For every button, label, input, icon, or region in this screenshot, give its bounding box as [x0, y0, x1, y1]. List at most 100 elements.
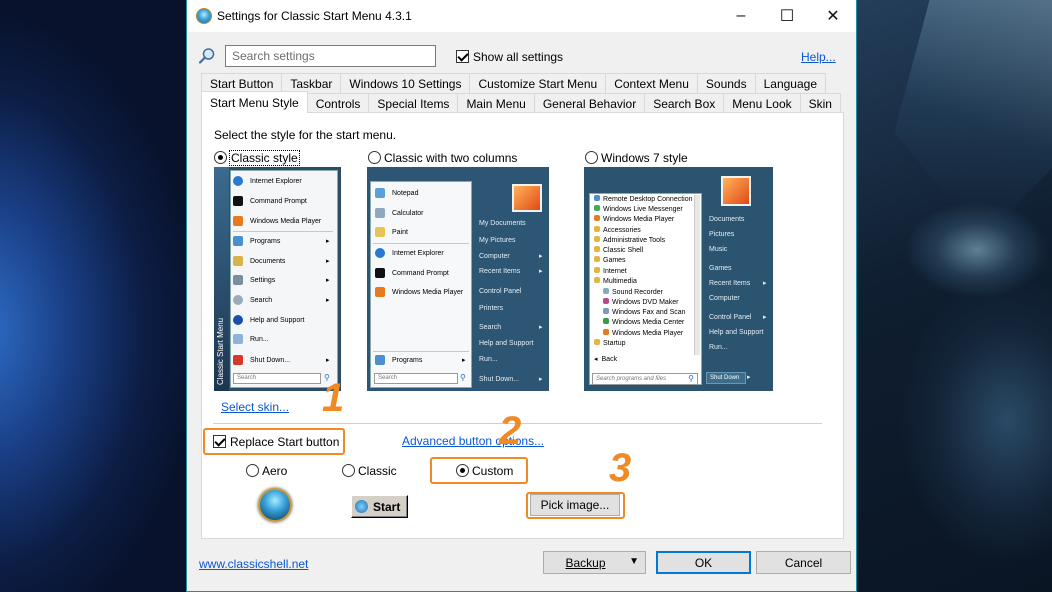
two-columns-style-preview[interactable]: Notepad Calculator Paint Internet Explor…: [367, 167, 549, 391]
advanced-button-options-link[interactable]: Advanced button options...: [402, 434, 544, 448]
replace-start-label[interactable]: Replace Start button: [230, 435, 339, 449]
win7-left-item: Games: [603, 257, 626, 264]
two-columns-style-label[interactable]: Classic with two columns: [384, 151, 517, 165]
close-button[interactable]: ✕: [810, 0, 856, 32]
classic-style-preview[interactable]: Classic Start Menu Internet Explorer Com…: [214, 167, 341, 391]
two-col-left-item: Paint: [392, 229, 408, 236]
classic-label[interactable]: Classic: [358, 464, 397, 478]
classic-search-text: Search: [237, 375, 257, 381]
app-icon: [603, 288, 609, 294]
win7-right-item: Help and Support: [709, 329, 764, 336]
annotation-number-2: 2: [499, 409, 522, 453]
classic-item: Run...: [250, 336, 269, 343]
tab-sounds[interactable]: Sounds: [696, 73, 756, 93]
classic-style-radio[interactable]: [214, 151, 227, 164]
tab-skin[interactable]: Skin: [799, 93, 841, 113]
classic-start-text: Start: [373, 500, 401, 514]
app-icon: [594, 205, 600, 211]
app-icon: [603, 308, 609, 314]
tab-taskbar[interactable]: Taskbar: [281, 73, 342, 93]
programs-icon: [375, 355, 385, 365]
tab-controls[interactable]: Controls: [306, 93, 370, 113]
chevron-right-icon: ▸: [539, 268, 543, 275]
ok-button[interactable]: OK: [656, 551, 751, 574]
win7-right-item: Control Panel: [709, 314, 752, 321]
tab-general-behavior[interactable]: General Behavior: [533, 93, 646, 113]
replace-start-checkbox[interactable]: [213, 435, 226, 448]
two-columns-style-radio[interactable]: [368, 151, 381, 164]
backup-label: Backup: [565, 555, 606, 570]
two-col-left-item: Calculator: [392, 210, 424, 217]
win7-left-item: Classic Shell: [603, 247, 644, 254]
notepad-icon: [375, 188, 385, 198]
folder-icon: [594, 267, 600, 273]
back-arrow-icon: ◂: [594, 356, 598, 363]
classic-style-label[interactable]: Classic style: [229, 150, 300, 166]
maximize-button[interactable]: ☐: [764, 0, 810, 32]
tab-start-menu-style[interactable]: Start Menu Style: [201, 91, 308, 113]
win7-left-item: Administrative Tools: [603, 237, 666, 244]
folder-icon: [594, 339, 600, 345]
app-icon: [594, 215, 600, 221]
title-bar[interactable]: Settings for Classic Start Menu 4.3.1 – …: [187, 0, 856, 32]
windows7-style-label[interactable]: Windows 7 style: [601, 151, 688, 165]
tab-customize-start-menu[interactable]: Customize Start Menu: [469, 73, 607, 93]
documents-icon: [233, 256, 243, 266]
pick-image-button[interactable]: Pick image...: [530, 494, 620, 516]
tab-special-items[interactable]: Special Items: [368, 93, 459, 113]
aero-radio[interactable]: [246, 464, 259, 477]
tab-start-button[interactable]: Start Button: [201, 73, 283, 93]
win7-scrollbar[interactable]: [694, 195, 700, 355]
win7-left-item: Multimedia: [603, 278, 637, 285]
command-prompt-icon: [233, 196, 243, 206]
two-col-right-item: Search: [479, 324, 502, 331]
win7-right-item: Run...: [709, 344, 728, 351]
shutdown-icon: [233, 355, 243, 365]
chevron-right-icon: ▸: [747, 374, 751, 381]
two-col-left-item: Windows Media Player: [392, 289, 464, 296]
show-all-settings-label[interactable]: Show all settings: [473, 50, 563, 64]
win7-left-item: Windows Media Player: [612, 330, 684, 337]
cancel-button[interactable]: Cancel: [756, 551, 851, 574]
tab-context-menu[interactable]: Context Menu: [605, 73, 698, 93]
backup-button[interactable]: Backup ▼: [543, 551, 646, 574]
search-input[interactable]: Search settings: [225, 45, 436, 67]
windows7-style-radio[interactable]: [585, 151, 598, 164]
search-icon: [233, 295, 243, 305]
aero-label[interactable]: Aero: [262, 464, 287, 478]
tab-main-menu[interactable]: Main Menu: [457, 93, 535, 113]
tab-search-box[interactable]: Search Box: [644, 93, 725, 113]
custom-label[interactable]: Custom: [472, 464, 513, 478]
tab-menu-look[interactable]: Menu Look: [723, 93, 801, 113]
classic-item: Windows Media Player: [250, 218, 322, 225]
window-title: Settings for Classic Start Menu 4.3.1: [217, 9, 412, 23]
style-prompt: Select the style for the start menu.: [214, 128, 397, 142]
tab-language[interactable]: Language: [754, 73, 826, 93]
website-link[interactable]: www.classicshell.net: [199, 557, 308, 571]
chevron-right-icon: ▸: [326, 258, 330, 265]
classic-start-button-preview: Start: [351, 495, 408, 518]
tab-windows-10-settings[interactable]: Windows 10 Settings: [340, 73, 471, 93]
folder-icon: [594, 277, 600, 283]
classic-sidebar: Classic Start Menu: [214, 167, 229, 391]
classic-sidebar-text: Classic Start Menu: [216, 317, 225, 385]
win7-left-item: Startup: [603, 340, 626, 347]
two-col-right-item: Control Panel: [479, 288, 522, 295]
win7-right-item: Computer: [709, 295, 740, 302]
two-col-programs: Programs: [392, 357, 423, 364]
internet-explorer-icon: [375, 248, 385, 258]
two-col-divider: [373, 351, 469, 352]
show-all-settings-checkbox[interactable]: [456, 50, 469, 63]
classic-radio[interactable]: [342, 464, 355, 477]
flower-avatar: [512, 184, 542, 212]
two-col-right-item: My Pictures: [479, 237, 516, 244]
custom-radio[interactable]: [456, 464, 469, 477]
minimize-button[interactable]: –: [718, 0, 764, 32]
select-skin-link[interactable]: Select skin...: [221, 400, 289, 414]
help-link[interactable]: Help...: [801, 50, 836, 64]
command-prompt-icon: [375, 268, 385, 278]
magnifier-icon: ⚲: [460, 373, 466, 382]
chevron-right-icon: ▸: [763, 314, 767, 321]
two-col-right-item: Computer: [479, 253, 510, 260]
chevron-right-icon: ▸: [326, 277, 330, 284]
